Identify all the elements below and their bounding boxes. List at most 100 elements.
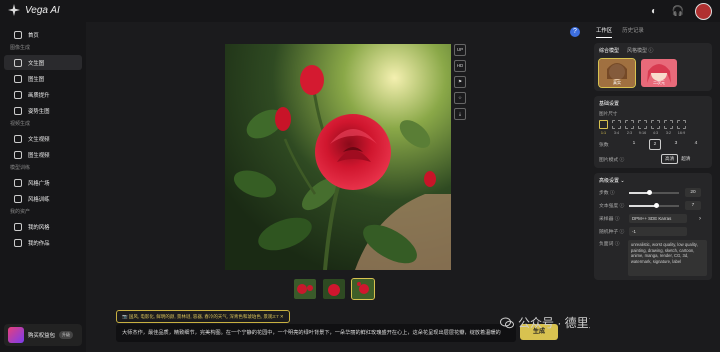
prompt-tags[interactable]: 📷 国风, 电影化, 鲜明的颜, 景林谜, 容器, 春冷的天气, 深青色和琥珀色… [116, 310, 290, 323]
my-style-icon [14, 222, 22, 231]
model-label: 二次元 [653, 80, 665, 85]
sidebar-item-label: 画质提升 [28, 92, 50, 99]
thumbnail[interactable] [294, 279, 316, 299]
promo-button[interactable]: 购买权益包 升级 [4, 324, 82, 346]
sidebar-item-image-to-image[interactable]: 图生图 [4, 71, 82, 86]
sidebar-item-image-to-video[interactable]: 图生视频 [4, 147, 82, 162]
count-option[interactable]: 4 [691, 139, 701, 148]
section-title: 视频生成 [10, 121, 31, 127]
user-avatar[interactable] [695, 3, 712, 20]
negative-prompt-input[interactable]: unrealistic, worst quality, low quality,… [627, 240, 707, 276]
main-area: ? UP HD ⚑ ☆ ⤓ 📷 国风, 电影化, 鲜明的颜, 景林谜, 容器, … [86, 22, 586, 352]
sidebar-item-upscale[interactable]: 画质提升 [4, 87, 82, 102]
sidebar-item-text-to-video[interactable]: 文生视频 [4, 131, 82, 146]
image-to-video-icon [14, 150, 22, 159]
sidebar-item-style-square[interactable]: 风格广场 [4, 175, 82, 190]
app-name: Vega AI [25, 4, 60, 16]
ratio-3-4[interactable]: 3:4 [612, 120, 621, 135]
right-panel: 工作区 历史记录 综合模型 风格模型 ⓘ 真实 二次元 基础设置 图片尺寸 1:… [590, 22, 716, 352]
promo-label: 购买权益包 [28, 333, 55, 339]
text-to-image-icon [14, 58, 22, 67]
advanced-settings-title[interactable]: 高级设置 ⌄ [599, 177, 625, 184]
wechat-icon [500, 317, 514, 328]
steps-label: 步数 ⓘ [599, 191, 615, 196]
ratio-3-2[interactable]: 3:2 [664, 120, 673, 135]
ratio-4-3[interactable]: 4:3 [651, 120, 660, 135]
my-works-icon [14, 238, 22, 247]
sidebar-item-label: 文生视频 [28, 136, 50, 143]
star-tool-button[interactable]: ☆ [454, 92, 466, 104]
sidebar-item-label: 首页 [28, 32, 39, 39]
theme-icon[interactable]: ◐ [647, 5, 661, 19]
pose-icon [14, 106, 22, 115]
section-title: 我的资产 [10, 209, 31, 215]
tab-style-model[interactable]: 风格模型 ⓘ [627, 47, 653, 54]
model-realistic[interactable]: 真实 [598, 58, 636, 88]
negative-label: 负面词 ⓘ [599, 242, 620, 247]
prompt-input[interactable]: 大师杰作，最佳品质，精致细节，完美构图。在一个宁静的花园中，一个明亮的绿叶背景下… [116, 324, 516, 342]
steps-value[interactable]: 20 [685, 188, 701, 197]
steps-slider[interactable] [629, 190, 679, 195]
thumbnail[interactable] [323, 279, 345, 299]
tab-workspace[interactable]: 工作区 [596, 26, 613, 38]
mode-hd[interactable]: 高清 [661, 154, 679, 164]
hd-tool-button[interactable]: HD [454, 60, 466, 72]
style-square-icon [14, 178, 22, 187]
count-label: 张数 [599, 143, 609, 148]
app-logo[interactable]: Vega AI [8, 4, 60, 16]
style-train-icon [14, 194, 22, 203]
sidebar: 首页 图像生成 文生图 图生图 画质提升 姿势生图 视频生成 文生视频 图生视频… [0, 22, 86, 352]
model-anime[interactable]: 二次元 [641, 59, 677, 87]
tab-history[interactable]: 历史记录 [622, 26, 644, 38]
sidebar-item-my-style[interactable]: 我的风格 [4, 219, 82, 234]
ratio-1-1[interactable]: 1:1 [599, 120, 608, 135]
ratio-16-9[interactable]: 16:9 [677, 120, 686, 135]
upscale-tool-button[interactable]: UP [454, 44, 466, 56]
section-title: 模型训练 [10, 165, 31, 171]
sidebar-item-label: 我的作品 [28, 240, 50, 247]
mode-uhd[interactable]: 超清 [678, 155, 693, 163]
rose-image [225, 44, 451, 270]
advanced-settings-card: 高级设置 ⌄ 步数 ⓘ 20 文本强度 ⓘ 7 采样器 ⓘ DPM++ SDE … [594, 173, 712, 280]
seed-input[interactable]: -1 [629, 227, 687, 236]
flag-tool-button[interactable]: ⚑ [454, 76, 466, 88]
sidebar-item-label: 文生图 [28, 60, 45, 67]
thumbnail-strip [294, 278, 375, 300]
sidebar-item-label: 姿势生图 [28, 108, 50, 115]
thumbnail-selected[interactable] [351, 278, 375, 300]
image-tools: UP HD ⚑ ☆ ⤓ [454, 44, 466, 120]
gift-icon [8, 327, 24, 343]
sidebar-item-style-train[interactable]: 风格训练 [4, 191, 82, 206]
sampler-label: 采样器 ⓘ [599, 217, 620, 222]
section-title: 图像生成 [10, 45, 31, 51]
sampler-select[interactable]: DPM++ SDE Karras [629, 214, 687, 223]
text-strength-label: 文本强度 ⓘ [599, 204, 625, 209]
text-strength-slider[interactable] [629, 203, 679, 208]
basic-settings-title: 基础设置 [599, 101, 620, 107]
sidebar-item-home[interactable]: 首页 [4, 27, 82, 42]
home-icon [14, 30, 22, 39]
sidebar-item-pose[interactable]: 姿势生图 [4, 103, 82, 118]
count-option-selected[interactable]: 2 [649, 139, 661, 150]
ratio-9-16[interactable]: 9:16 [638, 120, 647, 135]
size-label: 图片尺寸 [599, 111, 618, 116]
sidebar-item-my-works[interactable]: 我的作品 [4, 235, 82, 250]
count-option[interactable]: 1 [629, 139, 639, 148]
ratio-2-3[interactable]: 2:3 [625, 120, 634, 135]
basic-settings-card: 基础设置 图片尺寸 1:1 3:4 2:3 9:16 4:3 3:2 16:9 … [594, 96, 712, 168]
sidebar-item-text-to-image[interactable]: 文生图 [4, 55, 82, 70]
sidebar-item-label: 我的风格 [28, 224, 50, 231]
headset-icon[interactable]: 🎧 [671, 5, 685, 19]
upscale-icon [14, 90, 22, 99]
sidebar-item-label: 图生视频 [28, 152, 50, 159]
download-tool-button[interactable]: ⤓ [454, 108, 466, 120]
promo-badge: 升级 [58, 331, 73, 339]
help-icon[interactable]: ? [570, 27, 580, 37]
tab-general-model[interactable]: 综合模型 [599, 47, 619, 54]
generated-image[interactable] [225, 44, 451, 270]
text-strength-value[interactable]: 7 [685, 201, 701, 210]
sidebar-item-label: 风格训练 [28, 196, 50, 203]
top-bar: Vega AI ◐ 🎧 [0, 0, 720, 22]
count-option[interactable]: 3 [671, 139, 681, 148]
chevron-right-icon[interactable]: › [699, 216, 701, 222]
